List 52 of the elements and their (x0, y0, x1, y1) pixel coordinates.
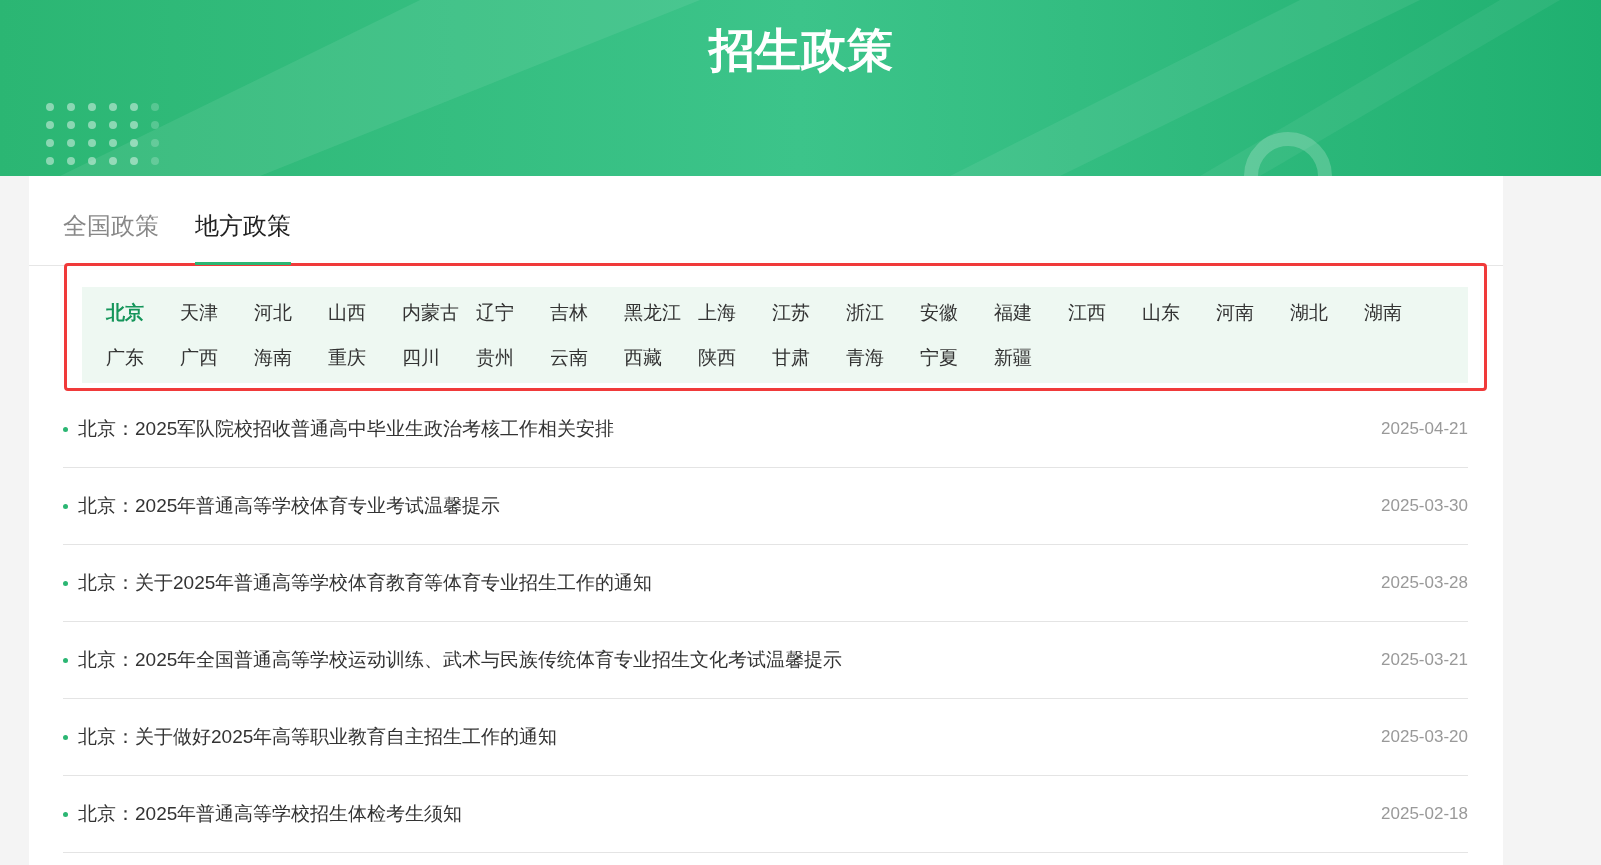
region-link[interactable]: 青海 (846, 335, 920, 380)
article-link[interactable]: 北京：关于做好2025年高等职业教育自主招生工作的通知 (78, 722, 1382, 752)
region-link[interactable]: 福建 (994, 290, 1068, 335)
region-link[interactable]: 广西 (180, 335, 254, 380)
article-date: 2025-04-21 (1381, 418, 1468, 441)
article-date: 2025-03-30 (1381, 495, 1468, 518)
region-link[interactable]: 天津 (180, 290, 254, 335)
region-link[interactable]: 甘肃 (772, 335, 846, 380)
article-date: 2025-03-21 (1381, 649, 1468, 672)
region-link[interactable]: 海南 (254, 335, 328, 380)
article-link[interactable]: 北京：2025年普通高等学校招生体检考生须知 (78, 799, 1382, 829)
region-link[interactable]: 四川 (402, 335, 476, 380)
region-link[interactable]: 辽宁 (476, 290, 550, 335)
article-link[interactable]: 北京：关于2025年普通高等学校体育教育等体育专业招生工作的通知 (78, 568, 1382, 598)
region-link[interactable]: 湖北 (1290, 290, 1364, 335)
region-link[interactable]: 湖南 (1364, 290, 1438, 335)
bullet-icon (63, 811, 68, 817)
region-link[interactable]: 黑龙江 (624, 290, 698, 335)
region-link[interactable]: 浙江 (846, 290, 920, 335)
bullet-icon (63, 426, 68, 432)
region-link[interactable]: 河南 (1216, 290, 1290, 335)
region-link[interactable]: 内蒙古 (402, 290, 476, 335)
article-date: 2025-02-18 (1381, 803, 1468, 826)
article-date: 2025-03-20 (1381, 726, 1468, 749)
policy-tab[interactable]: 全国政策 (63, 206, 159, 265)
article-date: 2025-03-28 (1381, 572, 1468, 595)
page-title: 招生政策 (708, 23, 893, 78)
bullet-icon (63, 657, 68, 663)
region-link[interactable]: 吉林 (550, 290, 624, 335)
region-link[interactable]: 西藏 (624, 335, 698, 380)
region-link[interactable]: 陕西 (698, 335, 772, 380)
region-link[interactable]: 广东 (106, 335, 180, 380)
region-link[interactable]: 新疆 (994, 335, 1068, 380)
bullet-icon (63, 503, 68, 509)
region-link[interactable]: 江苏 (772, 290, 846, 335)
region-link[interactable]: 安徽 (920, 290, 994, 335)
bullet-icon (63, 580, 68, 586)
article-link[interactable]: 北京：2025军队院校招收普通高中毕业生政治考核工作相关安排 (78, 414, 1382, 444)
region-link[interactable]: 北京 (106, 290, 180, 335)
region-link[interactable]: 云南 (550, 335, 624, 380)
region-link[interactable]: 江西 (1068, 290, 1142, 335)
region-link[interactable]: 上海 (698, 290, 772, 335)
region-link[interactable]: 宁夏 (920, 335, 994, 380)
region-link[interactable]: 河北 (254, 290, 328, 335)
policy-tab[interactable]: 地方政策 (195, 206, 291, 265)
article-link[interactable]: 北京：2025年普通高等学校体育专业考试温馨提示 (78, 491, 1382, 521)
article-link[interactable]: 北京：2025年全国普通高等学校运动训练、武术与民族传统体育专业招生文化考试温馨提示 (78, 645, 1382, 675)
region-link[interactable]: 贵州 (476, 335, 550, 380)
region-link[interactable]: 山西 (328, 290, 402, 335)
region-link[interactable]: 重庆 (328, 335, 402, 380)
bullet-icon (63, 734, 68, 740)
region-link[interactable]: 山东 (1142, 290, 1216, 335)
